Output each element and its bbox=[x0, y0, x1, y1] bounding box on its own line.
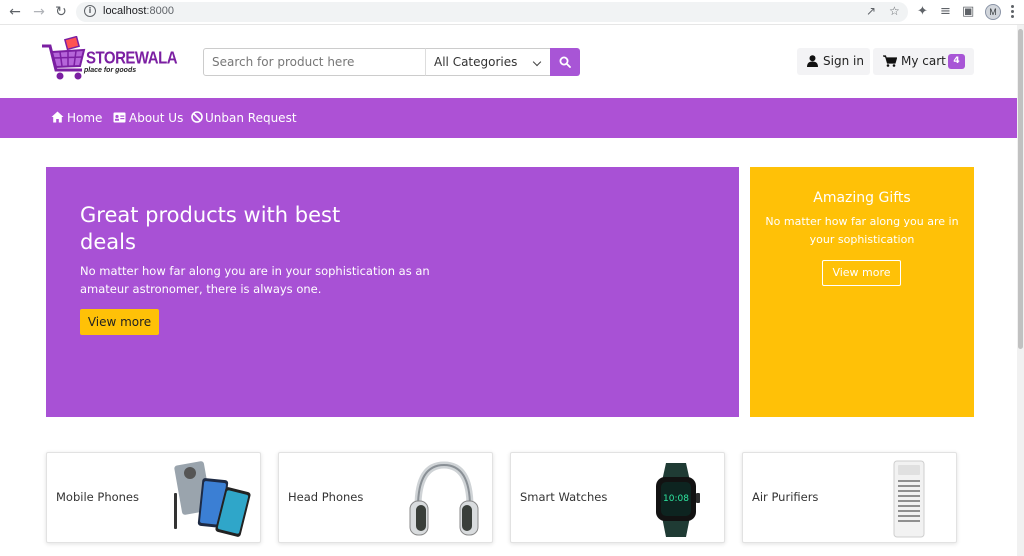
bookmark-star-icon[interactable]: ☆ bbox=[889, 4, 900, 18]
profile-avatar[interactable]: M bbox=[985, 4, 1001, 20]
category-label: Smart Watches bbox=[520, 490, 608, 504]
search-button[interactable] bbox=[550, 48, 580, 76]
main-navbar: Home About Us Unban Request bbox=[0, 98, 1017, 138]
info-icon[interactable]: i bbox=[84, 5, 96, 17]
cart-count-badge: 4 bbox=[948, 54, 965, 69]
cart-icon bbox=[883, 55, 897, 67]
logo-tagline: place for goods bbox=[84, 67, 137, 74]
gift-description: No matter how far along you are in your … bbox=[765, 215, 959, 246]
ban-icon bbox=[191, 111, 203, 123]
page-scrollbar[interactable] bbox=[1017, 25, 1024, 556]
category-card-mobile-phones[interactable]: Mobile Phones bbox=[46, 452, 261, 543]
signin-label: Sign in bbox=[823, 54, 864, 68]
scrollbar-thumb[interactable] bbox=[1018, 29, 1023, 349]
nav-item-label: About Us bbox=[129, 111, 184, 125]
nav-item-label: Home bbox=[67, 111, 103, 125]
search-input[interactable] bbox=[203, 48, 426, 76]
search-icon bbox=[559, 56, 571, 68]
logo-brand-text: STOREWALA bbox=[86, 48, 178, 69]
category-label: Mobile Phones bbox=[56, 490, 139, 504]
category-card-air-purifiers[interactable]: Air Purifiers bbox=[742, 452, 957, 543]
gift-banner: Amazing Gifts No matter how far along yo… bbox=[750, 167, 974, 417]
chevron-down-icon bbox=[532, 57, 542, 67]
smartwatch-image: 10:08 bbox=[656, 463, 700, 537]
category-select[interactable]: All Categories bbox=[425, 48, 551, 76]
home-icon bbox=[51, 111, 64, 123]
signin-button[interactable]: Sign in bbox=[797, 48, 870, 75]
url-text[interactable]: localhost:8000 bbox=[103, 5, 174, 17]
media-queue-icon[interactable]: ≡ bbox=[940, 3, 951, 21]
svg-text:10:08: 10:08 bbox=[663, 494, 689, 504]
category-label: Air Purifiers bbox=[752, 490, 819, 504]
browser-menu-icon[interactable] bbox=[1008, 3, 1016, 21]
nav-item-label: Unban Request bbox=[205, 111, 297, 125]
category-card-head-phones[interactable]: Head Phones bbox=[278, 452, 493, 543]
search-bar: All Categories bbox=[203, 48, 580, 76]
hero-description: No matter how far along you are in your … bbox=[80, 264, 430, 296]
reload-icon[interactable]: ↻ bbox=[52, 3, 70, 21]
air-purifier-image bbox=[893, 460, 925, 538]
cart-label: My cart bbox=[901, 54, 946, 68]
cart-button[interactable]: My cart 4 bbox=[873, 48, 974, 75]
forward-arrow-icon[interactable]: → bbox=[30, 3, 48, 21]
user-icon bbox=[807, 55, 818, 67]
headphones-image bbox=[409, 461, 479, 536]
extensions-puzzle-icon[interactable]: ✦ bbox=[917, 3, 928, 21]
site-logo[interactable]: STOREWALA place for goods bbox=[40, 36, 178, 84]
category-select-value: All Categories bbox=[434, 55, 518, 69]
gift-title: Amazing Gifts bbox=[813, 190, 911, 206]
hero-view-more-button[interactable]: View more bbox=[80, 309, 159, 335]
category-label: Head Phones bbox=[288, 490, 364, 504]
address-bar[interactable]: i localhost:8000 ↗ ☆ bbox=[76, 2, 908, 22]
hero-banner: Great products with best deals No matter… bbox=[46, 167, 739, 417]
browser-toolbar: ← → ↻ i localhost:8000 ↗ ☆ ✦ ≡ ▣ M bbox=[0, 0, 1024, 25]
share-icon[interactable]: ↗ bbox=[866, 4, 876, 18]
phones-image bbox=[174, 461, 251, 537]
category-card-smart-watches[interactable]: Smart Watches 10:08 bbox=[510, 452, 725, 543]
back-arrow-icon[interactable]: ← bbox=[6, 3, 24, 21]
hero-title: Great products with best deals bbox=[80, 203, 341, 254]
side-panel-icon[interactable]: ▣ bbox=[962, 3, 974, 21]
id-card-icon bbox=[113, 112, 126, 123]
gift-view-more-button[interactable]: View more bbox=[822, 260, 901, 286]
